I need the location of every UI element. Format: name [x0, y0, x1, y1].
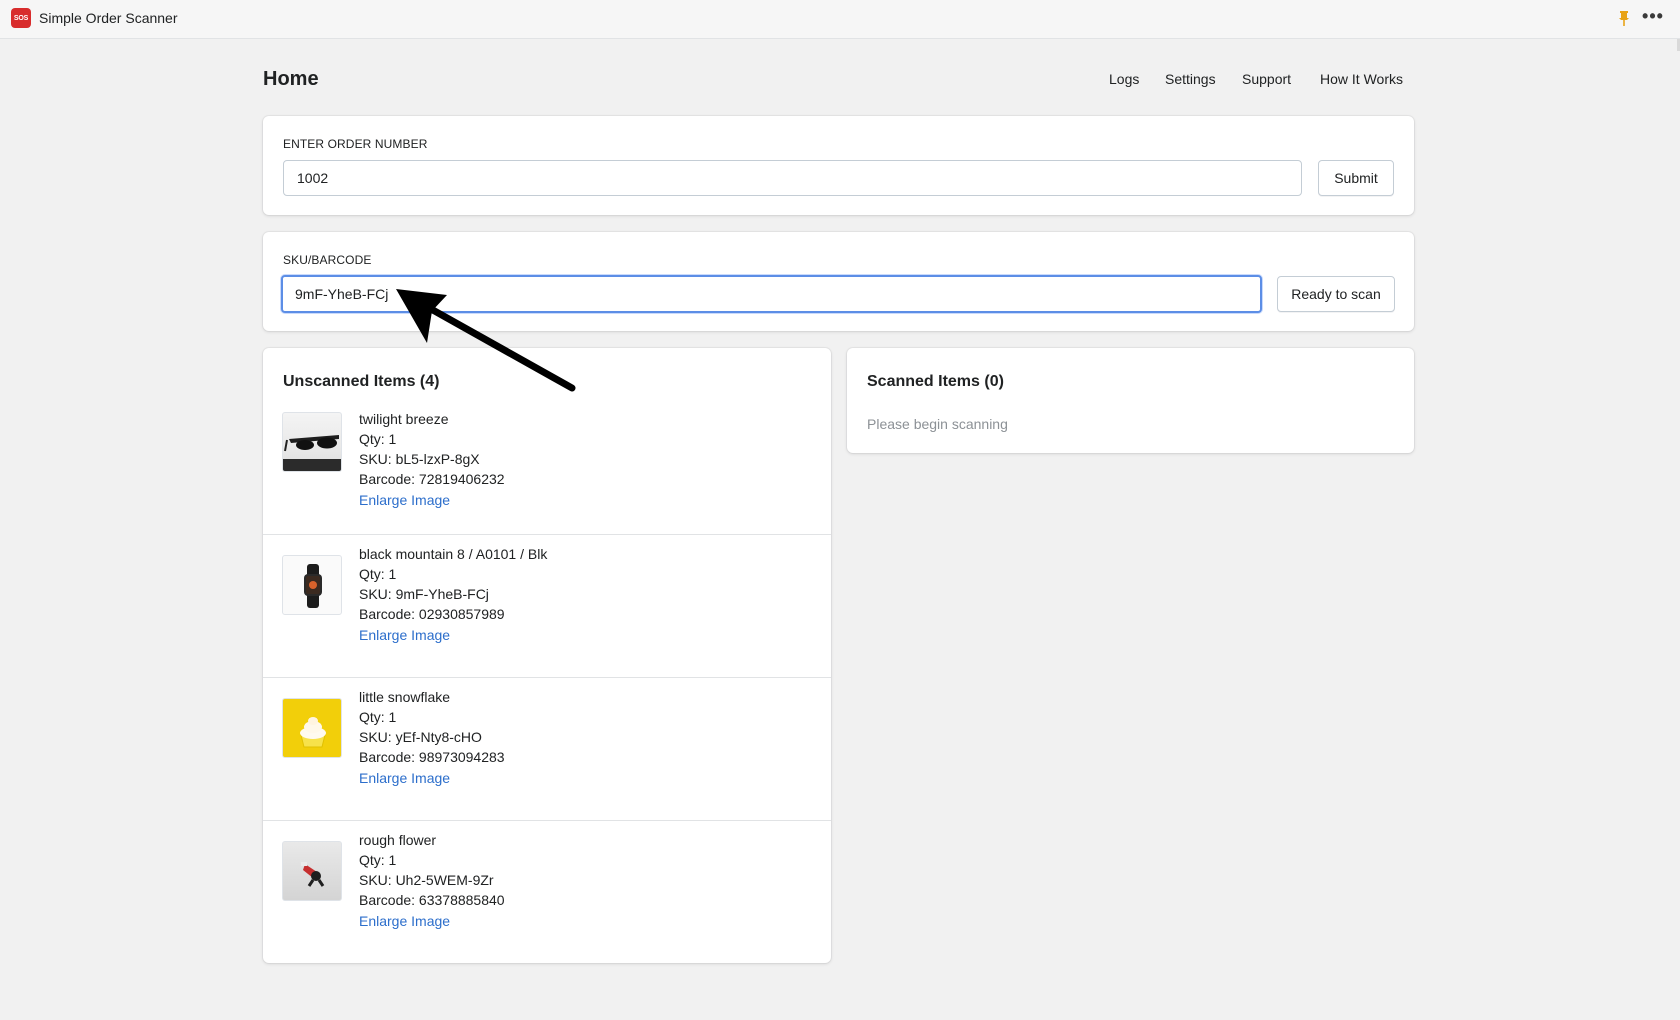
item-name: twilight breeze: [359, 411, 449, 427]
item-sku: SKU: yEf-Nty8-cHO: [359, 729, 482, 745]
unscanned-items-heading: Unscanned Items (4): [283, 373, 440, 390]
sku-barcode-input[interactable]: [281, 275, 1262, 313]
unscanned-items-card: Unscanned Items (4) twilight breeze Qty:…: [263, 348, 831, 963]
product-image-sunglasses: [282, 412, 342, 472]
item-qty: Qty: 1: [359, 566, 397, 582]
enlarge-image-link[interactable]: Enlarge Image: [359, 626, 450, 644]
toy-figure-icon: [301, 862, 325, 887]
nav-link-settings[interactable]: Settings: [1165, 71, 1216, 87]
page-title: Home: [263, 68, 319, 90]
item-sku: SKU: Uh2-5WEM-9Zr: [359, 872, 494, 888]
enlarge-image-link[interactable]: Enlarge Image: [359, 769, 450, 787]
item-name: little snowflake: [359, 689, 451, 705]
sku-barcode-label: SKU/BARCODE: [283, 253, 372, 267]
ready-to-scan-button[interactable]: Ready to scan: [1277, 276, 1395, 312]
item-barcode: Barcode: 98973094283: [359, 749, 505, 765]
item-barcode: Barcode: 02930857989: [359, 606, 505, 622]
product-image-toy-figure: [282, 841, 342, 901]
item-sku: SKU: bL5-lzxP-8gX: [359, 451, 480, 467]
product-image-smartwatch: [282, 555, 342, 615]
app-title: Simple Order Scanner: [39, 10, 178, 26]
item-qty: Qty: 1: [359, 852, 397, 868]
product-image-cupcake: [282, 698, 342, 758]
nav-link-support[interactable]: Support: [1242, 71, 1291, 87]
scanned-empty-message: Please begin scanning: [867, 416, 1008, 432]
order-number-card: ENTER ORDER NUMBER Submit: [263, 116, 1414, 215]
order-number-label: ENTER ORDER NUMBER: [283, 137, 428, 151]
item-name: black mountain 8 / A0101 / Blk: [359, 546, 548, 562]
item-qty: Qty: 1: [359, 431, 397, 447]
list-item: twilight breeze Qty: 1 SKU: bL5-lzxP-8gX…: [263, 400, 831, 543]
nav-link-logs[interactable]: Logs: [1109, 71, 1139, 87]
order-number-input[interactable]: [283, 160, 1302, 196]
pin-icon[interactable]: [1615, 9, 1633, 27]
sku-barcode-card: SKU/BARCODE Ready to scan: [263, 232, 1414, 331]
list-item: rough flower Qty: 1 SKU: Uh2-5WEM-9Zr Ba…: [263, 820, 831, 963]
item-barcode: Barcode: 63378885840: [359, 892, 505, 908]
ellipsis-icon[interactable]: •••: [1642, 7, 1664, 28]
item-barcode: Barcode: 72819406232: [359, 471, 505, 487]
submit-button[interactable]: Submit: [1318, 160, 1394, 196]
app-logo: SOS: [11, 8, 31, 28]
item-name: rough flower: [359, 832, 437, 848]
enlarge-image-link[interactable]: Enlarge Image: [359, 491, 450, 509]
sunglasses-icon: [283, 435, 341, 471]
nav-link-how-it-works[interactable]: How It Works: [1320, 71, 1403, 87]
scanned-items-card: Scanned Items (0) Please begin scanning: [847, 348, 1414, 453]
list-item: black mountain 8 / A0101 / Blk Qty: 1 SK…: [263, 534, 831, 677]
list-item: little snowflake Qty: 1 SKU: yEf-Nty8-cH…: [263, 677, 831, 820]
scanned-items-heading: Scanned Items (0): [867, 373, 1004, 390]
title-bar: SOS Simple Order Scanner •••: [0, 0, 1680, 51]
cupcake-icon: [300, 717, 326, 748]
item-sku: SKU: 9mF-YheB-FCj: [359, 586, 489, 602]
smartwatch-icon: [304, 564, 322, 608]
item-qty: Qty: 1: [359, 709, 397, 725]
enlarge-image-link[interactable]: Enlarge Image: [359, 912, 450, 930]
